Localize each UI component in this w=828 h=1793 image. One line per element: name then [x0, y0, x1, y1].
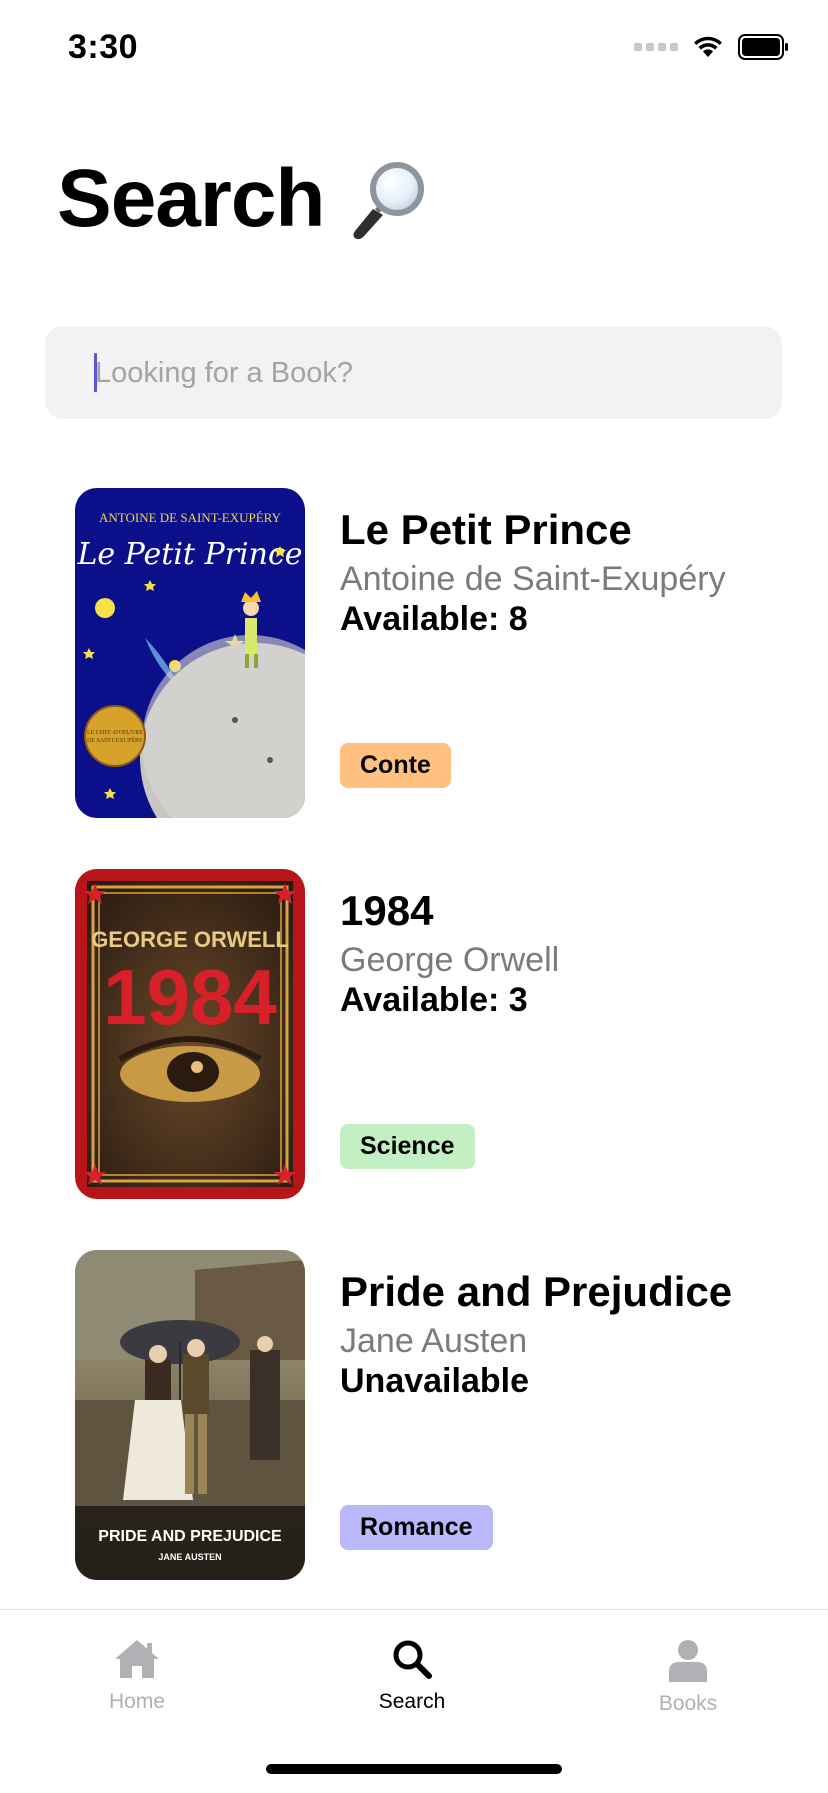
status-bar: 3:30: [0, 0, 828, 100]
search-field[interactable]: [45, 326, 782, 421]
svg-text:LE CHEF-D'OEUVRE: LE CHEF-D'OEUVRE: [87, 730, 143, 736]
book-author: George Orwell: [340, 941, 560, 979]
tab-search[interactable]: Search: [342, 1638, 482, 1714]
tab-label: Books: [658, 1692, 718, 1715]
cellular-signal-icon: [634, 43, 678, 51]
book-author: Antoine de Saint-Exupéry: [340, 560, 726, 598]
svg-text:DE SAINT-EXUPÉRY: DE SAINT-EXUPÉRY: [87, 736, 144, 744]
home-indicator[interactable]: [266, 1764, 562, 1774]
cover-author-text: ANTOINE DE SAINT-EXUPÉRY: [99, 510, 282, 525]
battery-icon: [738, 34, 788, 60]
cover-title-text: 1984: [103, 953, 277, 1041]
book-availability: Unavailable: [340, 1362, 529, 1400]
book-title: Pride and Prejudice: [340, 1268, 733, 1315]
search-input[interactable]: [93, 326, 757, 421]
magnifying-glass-icon: [352, 162, 424, 240]
genre-badge: Romance: [340, 1505, 493, 1550]
book-availability: Available: 3: [340, 981, 528, 1019]
book-cover-image: GEORGE ORWELL 1984: [75, 869, 305, 1199]
book-title: Le Petit Prince: [340, 506, 632, 553]
book-row-1984[interactable]: GEORGE ORWELL 1984 1984 George Orwell Av…: [0, 869, 828, 1199]
book-cover-image: PRIDE AND PREJUDICE JANE AUSTEN: [75, 1250, 305, 1580]
tab-home[interactable]: Home: [67, 1638, 207, 1714]
house-icon: [115, 1640, 159, 1678]
genre-badge: Science: [340, 1124, 475, 1169]
book-author: Jane Austen: [340, 1322, 528, 1360]
wifi-icon: [694, 36, 722, 57]
cover-title-text: Le Petit Prince: [76, 537, 302, 572]
status-time: 3:30: [68, 28, 139, 66]
page-title: Search: [57, 152, 429, 246]
book-row-pride-and-prejudice[interactable]: PRIDE AND PREJUDICE JANE AUSTEN Pride an…: [0, 1250, 828, 1580]
person-icon: [669, 1640, 707, 1682]
tab-books[interactable]: Books: [618, 1638, 758, 1716]
cover-author-text: GEORGE ORWELL: [91, 927, 289, 952]
book-cover-image: ANTOINE DE SAINT-EXUPÉRY Le Petit Prince: [75, 488, 305, 818]
cover-author-text: JANE AUSTEN: [158, 1552, 221, 1562]
tab-label: Home: [108, 1690, 166, 1713]
genre-badge: Conte: [340, 743, 451, 788]
book-availability: Available: 8: [340, 600, 528, 638]
status-icons: [634, 34, 790, 60]
tab-label: Search: [378, 1690, 446, 1713]
page-title-text: Search: [57, 153, 326, 244]
book-title: 1984: [340, 887, 434, 934]
search-icon: [393, 1640, 432, 1679]
cover-title-text: PRIDE AND PREJUDICE: [98, 1528, 282, 1545]
book-row-le-petit-prince[interactable]: ANTOINE DE SAINT-EXUPÉRY Le Petit Prince: [0, 488, 828, 818]
